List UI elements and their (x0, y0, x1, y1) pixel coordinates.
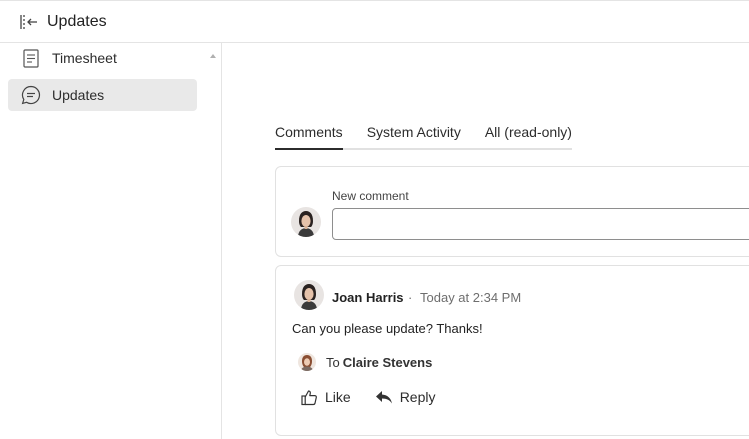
scroll-up-icon[interactable] (208, 47, 218, 58)
sidebar-item-timesheet[interactable]: Timesheet (8, 43, 197, 73)
new-comment-card: New comment (275, 166, 749, 257)
new-comment-label: New comment (332, 189, 409, 203)
like-label: Like (325, 389, 351, 405)
meta-separator: · (408, 290, 413, 305)
avatar (291, 207, 321, 237)
top-bar: Updates (0, 0, 749, 43)
page-title: Updates (47, 12, 107, 30)
new-comment-input[interactable] (332, 208, 749, 240)
sidebar-item-label: Timesheet (52, 50, 117, 66)
tab-system-activity[interactable]: System Activity (367, 118, 461, 148)
comment-recipient: To Claire Stevens (298, 353, 432, 371)
recipient-avatar (298, 353, 316, 371)
comment-card: Joan Harris · Today at 2:34 PM Can you p… (275, 265, 749, 436)
collapse-panel-icon[interactable] (17, 10, 41, 34)
avatar (294, 280, 324, 310)
reply-label: Reply (399, 389, 436, 405)
sidebar-item-label: Updates (52, 87, 105, 103)
tab-all-read-only[interactable]: All (read-only) (485, 118, 572, 148)
comment-author[interactable]: Joan Harris (332, 290, 404, 305)
tab-comments[interactable]: Comments (275, 118, 343, 150)
tab-list: Comments System Activity All (read-only) (275, 118, 572, 150)
comment-body: Can you please update? Thanks! (292, 321, 483, 336)
sidebar: Timesheet Updates (0, 43, 222, 439)
comment-actions: Like Reply (300, 388, 435, 406)
sidebar-item-updates[interactable]: Updates (8, 79, 197, 111)
comment-timestamp: Today at 2:34 PM (420, 290, 522, 305)
reply-arrow-icon (375, 388, 393, 406)
thumbs-up-icon (300, 388, 318, 406)
document-icon (19, 46, 43, 70)
like-button[interactable]: Like (300, 388, 351, 406)
recipient-prefix: To (326, 354, 340, 370)
reply-button[interactable]: Reply (375, 388, 436, 406)
chat-bubble-icon (19, 83, 43, 107)
recipient-name[interactable]: Claire Stevens (343, 355, 433, 370)
